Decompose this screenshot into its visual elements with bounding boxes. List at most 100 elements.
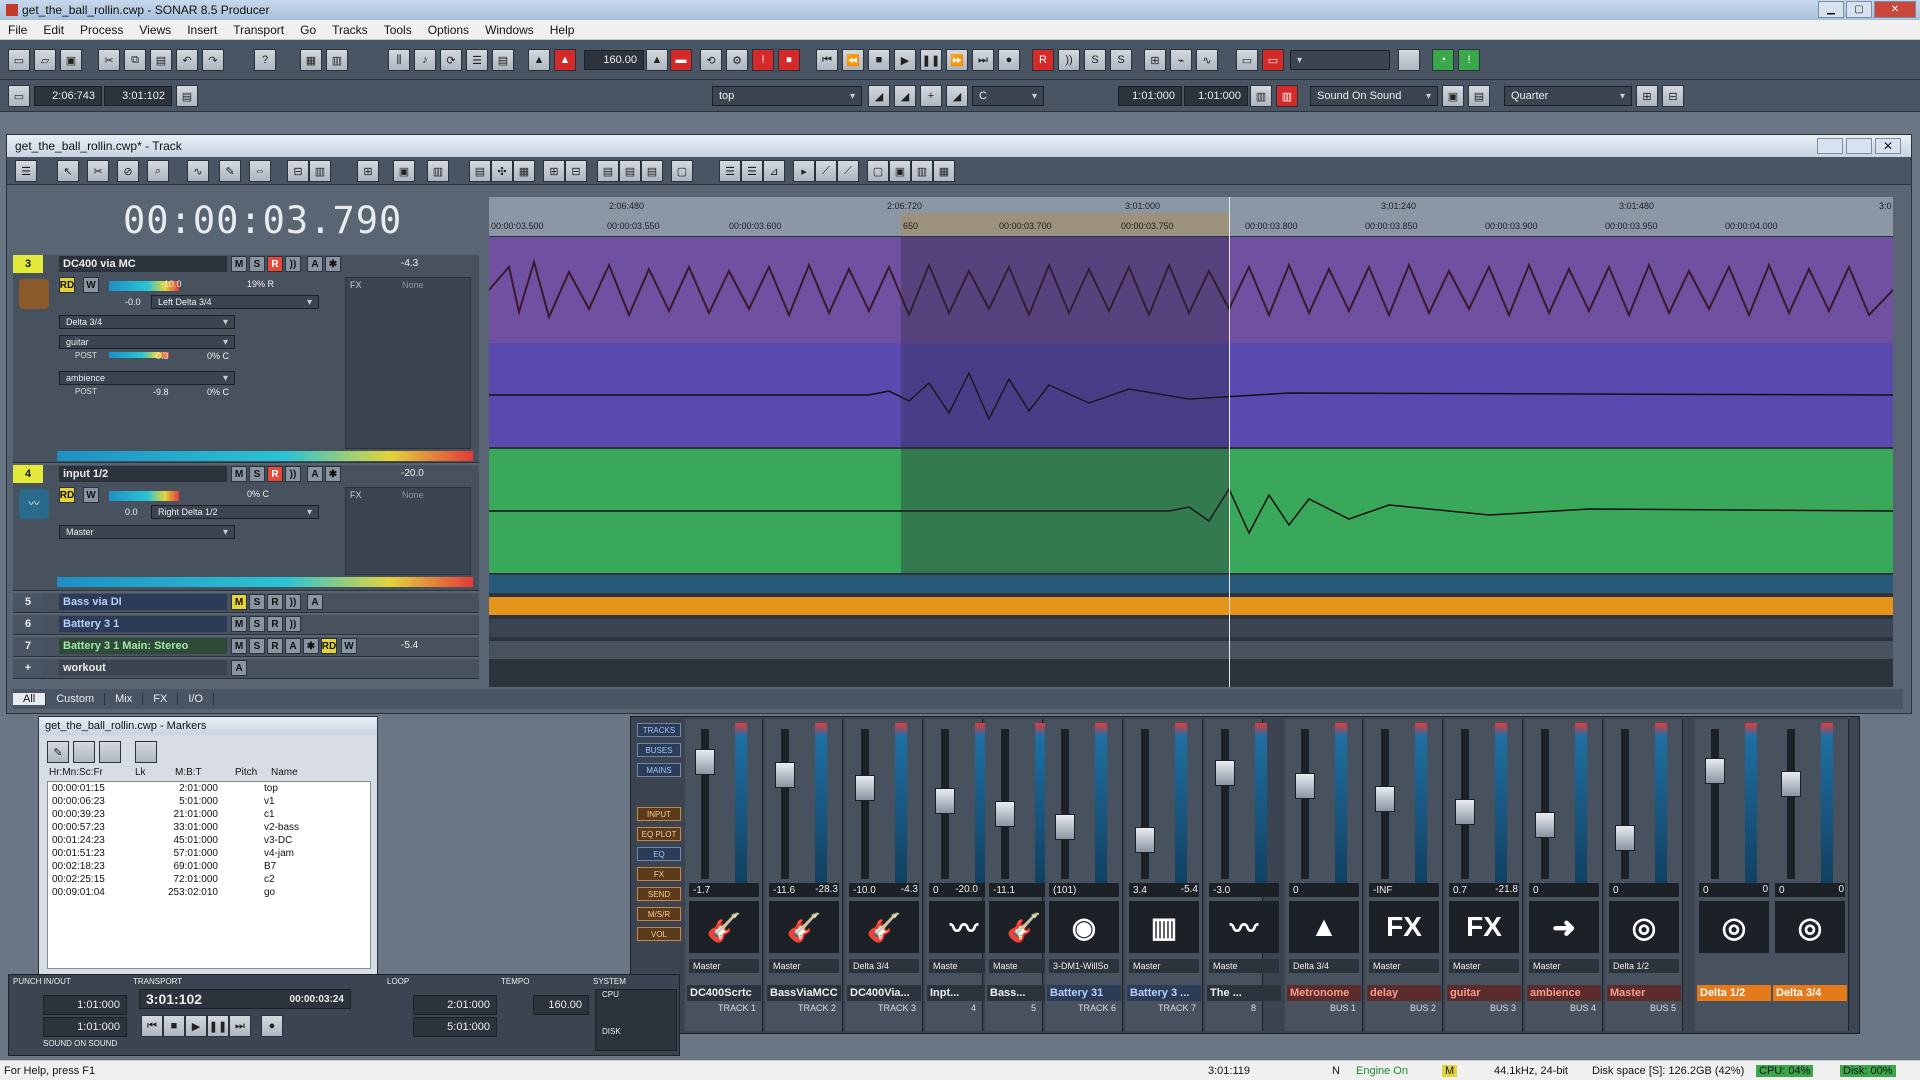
- track-name[interactable]: Battery 3 1: [59, 616, 227, 632]
- zoom-fit-icon[interactable]: ✣: [491, 160, 513, 182]
- solo-button[interactable]: S: [249, 594, 265, 610]
- strip-name[interactable]: DC400Scrtc: [687, 985, 761, 1001]
- marker-lock-icon[interactable]: [135, 741, 157, 763]
- arrow-tool-icon[interactable]: ⇔: [249, 160, 271, 182]
- input-echo-button[interactable]: )): [285, 616, 301, 632]
- envelope-tool-icon[interactable]: ∿: [187, 160, 209, 182]
- list-item[interactable]: 00:00:57:23 33:01:000 v2-bass: [48, 821, 370, 834]
- fast-forward-icon[interactable]: ⏩: [946, 49, 968, 71]
- tempo-up-icon[interactable]: ▲: [646, 49, 668, 71]
- waveform-icon[interactable]: 〰: [1209, 901, 1279, 953]
- open-icon[interactable]: ▱: [34, 49, 56, 71]
- help-icon[interactable]: ?: [254, 49, 276, 71]
- input-echo-icon[interactable]: )): [1058, 49, 1080, 71]
- list-item[interactable]: 00:09:01:04 253:02:010 go: [48, 886, 370, 899]
- output-select[interactable]: Delta 3/4: [849, 959, 919, 973]
- automation-read-button[interactable]: A: [307, 594, 323, 610]
- menu-edit[interactable]: Edit: [35, 23, 72, 37]
- channel-strip[interactable]: 0 〰 Maste Inpt... 4 -20.0: [925, 719, 1001, 1031]
- send1-select[interactable]: guitar: [59, 335, 235, 349]
- go-end-icon[interactable]: ⏭: [972, 49, 994, 71]
- snap-icon[interactable]: ⊞: [1144, 49, 1166, 71]
- lane2-icon[interactable]: ⊟: [565, 160, 587, 182]
- menu-tools[interactable]: Tools: [376, 23, 420, 37]
- output-select[interactable]: Master: [1369, 959, 1439, 973]
- marker-select[interactable]: top: [712, 86, 862, 106]
- automation-read-button[interactable]: A: [307, 466, 323, 482]
- output-select[interactable]: Delta 3/4: [1289, 959, 1359, 973]
- menu-process[interactable]: Process: [72, 23, 131, 37]
- tab-mix[interactable]: Mix: [105, 693, 144, 705]
- channel-strip[interactable]: (101) ◉ 3-DM1-WillSo Battery 31 TRACK 6: [1045, 719, 1123, 1031]
- fader-knob[interactable]: [1535, 812, 1555, 838]
- read-button[interactable]: RD: [59, 487, 75, 503]
- stop-icon[interactable]: ■: [868, 49, 890, 71]
- strip-name[interactable]: Delta 3/4: [1773, 985, 1847, 1001]
- transport-time[interactable]: 3:01:102 00:00:03:24: [139, 989, 351, 1009]
- record-takes-icon[interactable]: ▤: [1468, 85, 1490, 107]
- fx-icon[interactable]: FX: [1369, 901, 1439, 953]
- sync-icon[interactable]: ⟲: [700, 49, 722, 71]
- track-close-button[interactable]: ✕: [1875, 138, 1901, 154]
- fader-knob[interactable]: [1455, 799, 1475, 825]
- paste-icon[interactable]: ▤: [150, 49, 172, 71]
- solo-button[interactable]: S: [249, 638, 265, 654]
- master-icon[interactable]: ◎: [1609, 901, 1679, 953]
- list-item[interactable]: 00:00:06:23 5:01:000 v1: [48, 795, 370, 808]
- record-options-icon[interactable]: ▣: [1442, 85, 1464, 107]
- meter-icon[interactable]: ▦: [513, 160, 535, 182]
- tab-fx[interactable]: FX: [143, 693, 179, 705]
- track-3[interactable]: 3 DC400 via MC M S R )) A ✱ -4.3 RD W -1…: [13, 255, 479, 463]
- clip-track5[interactable]: [489, 575, 1893, 593]
- nav-vol-button[interactable]: VOL: [637, 927, 681, 941]
- read-button[interactable]: RD: [59, 277, 75, 293]
- automation-icon[interactable]: ⌁: [1170, 49, 1192, 71]
- markers-list[interactable]: 00:00:01:15 2:01:000 top 00:00:06:23 5:01:0…: [47, 781, 371, 969]
- time-ruler[interactable]: 2:06:480 2:06:720 3:01:000 3:01:240 3:01…: [489, 197, 1893, 237]
- input-echo-button[interactable]: )): [285, 594, 301, 610]
- layout-select[interactable]: [1290, 50, 1390, 70]
- bass-icon[interactable]: 🎸: [769, 901, 839, 953]
- fader-knob[interactable]: [695, 749, 715, 775]
- rewind-start-icon[interactable]: ⏮: [816, 49, 838, 71]
- tempo-field[interactable]: 160.00: [584, 50, 644, 70]
- record-lane-icon[interactable]: ▢: [671, 160, 693, 182]
- fader-knob[interactable]: [995, 801, 1015, 827]
- menu-transport[interactable]: Transport: [225, 23, 292, 37]
- solo-clear-icon[interactable]: S: [1110, 49, 1132, 71]
- blank-icon[interactable]: [1398, 49, 1420, 71]
- punch-in-field[interactable]: 1:01:000: [43, 995, 127, 1015]
- folder-expand-icon[interactable]: +: [13, 659, 43, 677]
- nav-eq-button[interactable]: EQ: [637, 847, 681, 861]
- mute-button[interactable]: M: [231, 256, 247, 272]
- tab-io[interactable]: I/O: [178, 693, 214, 705]
- clip2-icon[interactable]: ▤: [619, 160, 641, 182]
- layout-icon[interactable]: ▭: [1236, 49, 1258, 71]
- track-6[interactable]: 6 Battery 3 1 M S R )): [13, 615, 479, 635]
- punch-enable-icon[interactable]: ▥: [1276, 85, 1298, 107]
- marker-new-icon[interactable]: [73, 741, 95, 763]
- track-folder-workout[interactable]: + workout A: [13, 659, 479, 679]
- new-icon[interactable]: ▭: [8, 49, 30, 71]
- input-select[interactable]: Delta 3/4: [59, 315, 235, 329]
- nav-fx-button[interactable]: FX: [637, 867, 681, 881]
- nav-input-button[interactable]: INPUT: [637, 807, 681, 821]
- snap-grid-icon[interactable]: ⊞: [1636, 85, 1658, 107]
- transport-pause-icon[interactable]: ❚❚: [207, 1015, 229, 1037]
- scissors-tool-icon[interactable]: ✂: [87, 160, 109, 182]
- nav-eqplot-button[interactable]: EQ PLOT: [637, 827, 681, 841]
- lane-icon[interactable]: ⊞: [543, 160, 565, 182]
- fit-icon[interactable]: ▤: [469, 160, 491, 182]
- fx-bin[interactable]: FX None: [345, 487, 471, 575]
- channel-strip[interactable]: 0.7 FX Master guitar BUS 3 -21.8: [1445, 719, 1523, 1031]
- list-item[interactable]: 00:01:51:23 57:01:000 v4-jam: [48, 847, 370, 860]
- strip-name[interactable]: BassViaMCC: [767, 985, 841, 1001]
- list-icon[interactable]: ☰: [719, 160, 741, 182]
- arrange2-icon[interactable]: ⟋: [815, 160, 837, 182]
- metronome-icon[interactable]: ▲: [1289, 901, 1359, 953]
- markers-icon[interactable]: ▤: [492, 49, 514, 71]
- record-arm-button[interactable]: R: [267, 466, 283, 482]
- output-select[interactable]: Master: [1529, 959, 1599, 973]
- fx-icon[interactable]: FX: [1449, 901, 1519, 953]
- record-icon[interactable]: ●: [998, 49, 1020, 71]
